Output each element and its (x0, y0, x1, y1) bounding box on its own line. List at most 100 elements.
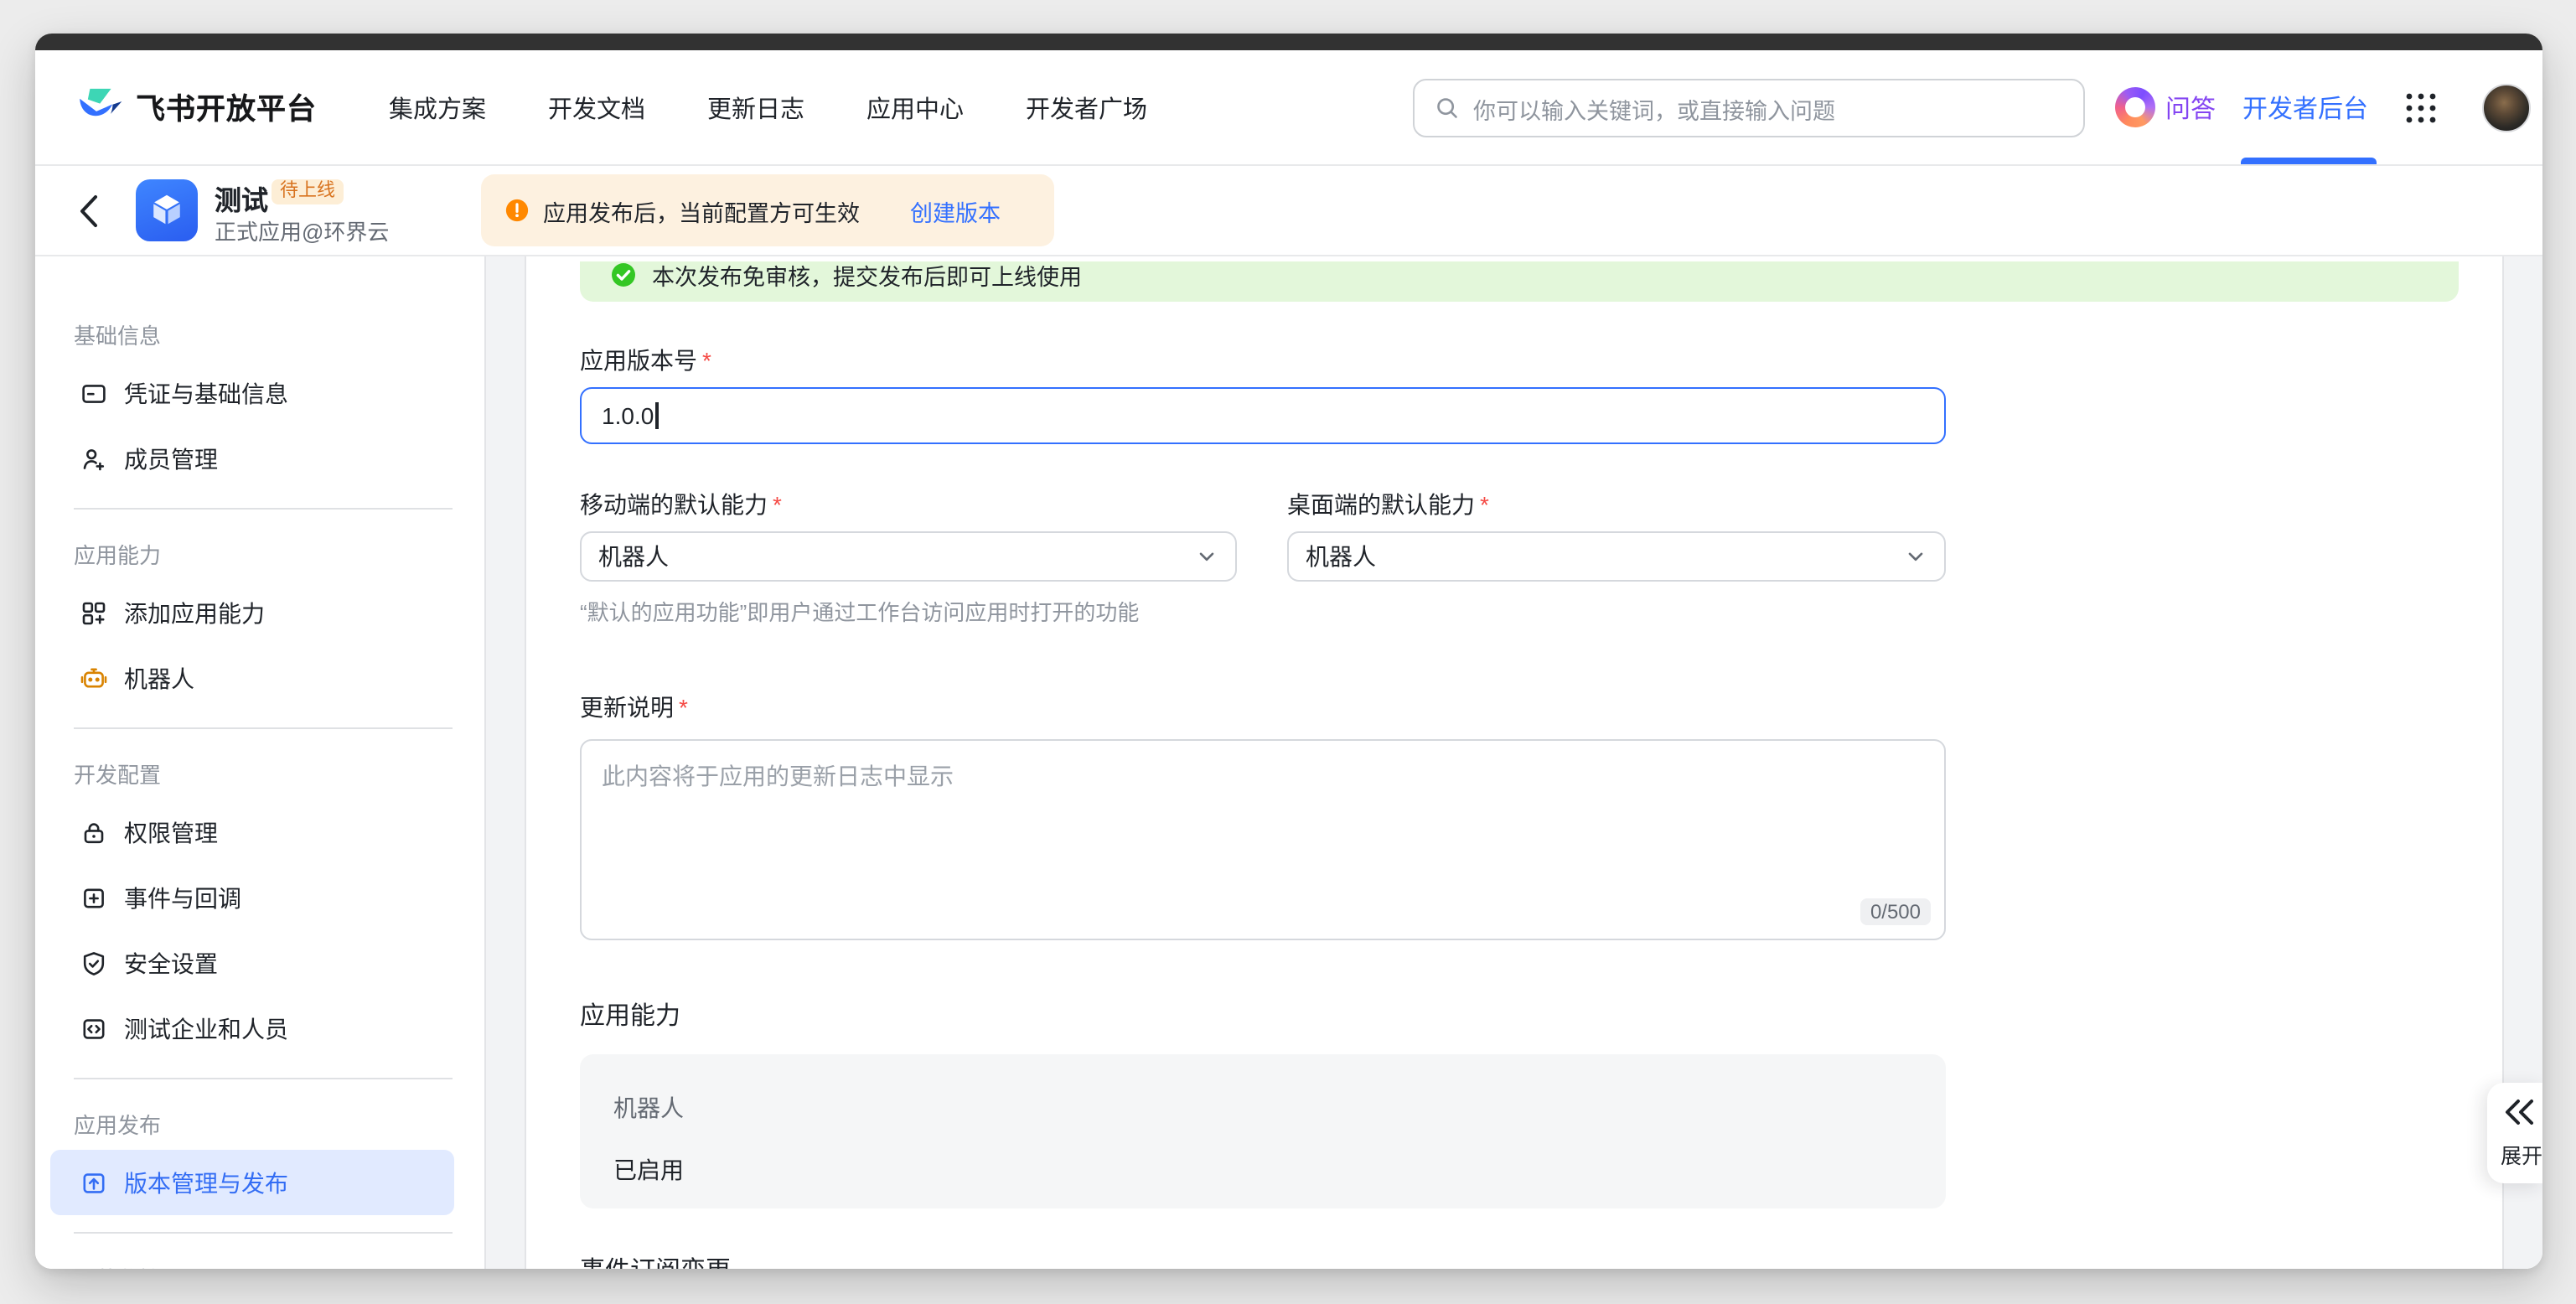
publish-warning-banner: 应用发布后，当前配置方可生效 创建版本 (481, 174, 1054, 246)
browser-window: 飞书开放平台 集成方案 开发文档 更新日志 应用中心 开发者广场 你可以输入关键… (35, 34, 2542, 1269)
qa-assistant-icon[interactable] (2115, 87, 2155, 127)
user-avatar[interactable] (2482, 84, 2531, 132)
sidebar-section-ops: 运营监控 (35, 1250, 484, 1269)
desktop-capability-value: 机器人 (1306, 540, 1376, 573)
lock-icon (80, 819, 107, 846)
capability-status: 已启用 (613, 1153, 1912, 1187)
sidebar-item-label: 版本管理与发布 (124, 1166, 288, 1199)
robot-icon (80, 665, 107, 691)
nav-item-marketplace[interactable]: 开发者广场 (1026, 90, 1147, 125)
capability-panel: 机器人 已启用 (580, 1054, 1946, 1208)
apps-grid-icon[interactable] (2405, 92, 2437, 124)
required-mark: * (702, 347, 711, 374)
nav-item-integration[interactable]: 集成方案 (389, 90, 486, 125)
main-panel: 本次发布免审核，提交发布后即可上线使用 应用版本号* 1.0.0 移动端的默认能… (526, 256, 2502, 1269)
sidebar-item-version-release[interactable]: 版本管理与发布 (50, 1150, 454, 1215)
sidebar-item-label: 安全设置 (124, 946, 218, 980)
required-mark: * (1480, 491, 1489, 518)
sidebar-item-add-capability[interactable]: 添加应用能力 (50, 580, 454, 645)
chevron-down-icon (1904, 545, 1927, 568)
qa-link[interactable]: 问答 (2165, 50, 2216, 166)
sidebar-section-basic: 基础信息 (35, 307, 484, 360)
expand-panel-button[interactable]: 展开 (2487, 1083, 2542, 1183)
warning-text: 应用发布后，当前配置方可生效 (543, 194, 860, 227)
nav-item-docs[interactable]: 开发文档 (548, 90, 645, 125)
person-add-icon (80, 445, 107, 472)
version-form: 应用版本号* 1.0.0 移动端的默认能力* 机器人 (580, 256, 1946, 1269)
feishu-logo-icon (77, 86, 124, 128)
event-plus-icon (80, 884, 107, 911)
app-header: 测试 待上线 正式应用@环界云 应用发布后，当前配置方可生效 创建版本 (35, 166, 2542, 256)
required-mark: * (679, 694, 688, 721)
sidebar-item-label: 权限管理 (124, 815, 218, 849)
version-value: 1.0.0 (602, 402, 654, 429)
sidebar-divider (35, 1215, 484, 1250)
id-card-icon (80, 380, 107, 406)
notes-placeholder: 此内容将于应用的更新日志中显示 (602, 759, 1924, 793)
sidebar-item-test-org[interactable]: 测试企业和人员 (50, 996, 454, 1061)
sidebar-divider (35, 711, 484, 746)
sidebar-item-bot[interactable]: 机器人 (50, 645, 454, 711)
expand-label: 展开 (2501, 1138, 2542, 1170)
sidebar-item-label: 机器人 (124, 661, 194, 695)
mobile-capability-label: 移动端的默认能力* (580, 488, 1237, 521)
status-badge: 待上线 (272, 179, 344, 204)
text-cursor (655, 402, 658, 429)
window-titlebar (35, 34, 2542, 50)
feishu-logo[interactable]: 飞书开放平台 (77, 50, 317, 164)
search-icon (1435, 96, 1460, 121)
notes-label: 更新说明* (580, 691, 1946, 724)
char-counter: 0/500 (1860, 898, 1931, 925)
sidebar: 基础信息 凭证与基础信息 成员管理 应用能力 添加应用能力 机器人 (35, 256, 484, 1269)
sidebar-item-events[interactable]: 事件与回调 (50, 865, 454, 930)
sidebar-divider (35, 491, 484, 526)
sidebar-divider (35, 1061, 484, 1096)
sidebar-item-label: 事件与回调 (124, 881, 241, 914)
sidebar-section-capability: 应用能力 (35, 526, 484, 580)
search-input[interactable]: 你可以输入关键词，或直接输入问题 (1413, 79, 2085, 137)
desktop-capability-label: 桌面端的默认能力* (1287, 488, 1946, 521)
logo-text: 飞书开放平台 (136, 86, 317, 128)
sidebar-item-label: 成员管理 (124, 442, 218, 475)
search-placeholder: 你可以输入关键词，或直接输入问题 (1473, 91, 1835, 125)
sidebar-item-security[interactable]: 安全设置 (50, 930, 454, 996)
create-version-link[interactable]: 创建版本 (910, 194, 1001, 227)
content-area: 基础信息 凭证与基础信息 成员管理 应用能力 添加应用能力 机器人 (35, 256, 2542, 1269)
notes-textarea[interactable]: 此内容将于应用的更新日志中显示 0/500 (580, 739, 1946, 940)
sidebar-section-release: 应用发布 (35, 1096, 484, 1150)
required-mark: * (773, 491, 782, 518)
active-tab-underline (2241, 158, 2377, 164)
sidebar-item-credentials[interactable]: 凭证与基础信息 (50, 360, 454, 426)
double-chevron-left-icon (2501, 1098, 2536, 1126)
capability-heading: 应用能力 (580, 997, 1946, 1032)
top-navbar: 飞书开放平台 集成方案 开发文档 更新日志 应用中心 开发者广场 你可以输入关键… (35, 50, 2542, 166)
nav-menu: 集成方案 开发文档 更新日志 应用中心 开发者广场 (389, 50, 1147, 164)
code-square-icon (80, 1015, 107, 1042)
app-subtitle: 正式应用@环界云 (215, 215, 389, 246)
sidebar-item-label: 测试企业和人员 (124, 1012, 288, 1045)
sidebar-item-permissions[interactable]: 权限管理 (50, 799, 454, 865)
cube-icon (144, 188, 189, 233)
back-button[interactable] (75, 193, 102, 230)
mobile-capability-select[interactable]: 机器人 (580, 531, 1237, 582)
sidebar-item-label: 凭证与基础信息 (124, 376, 288, 410)
shield-check-icon (80, 950, 107, 976)
desktop-background: 飞书开放平台 集成方案 开发文档 更新日志 应用中心 开发者广场 你可以输入关键… (0, 0, 2576, 1304)
sidebar-section-dev-config: 开发配置 (35, 746, 484, 799)
desktop-capability-select[interactable]: 机器人 (1287, 531, 1946, 582)
publish-icon (80, 1169, 107, 1196)
sidebar-item-label: 添加应用能力 (124, 596, 265, 629)
chevron-down-icon (1195, 545, 1218, 568)
capability-name: 机器人 (613, 1091, 1912, 1125)
nav-item-app-center[interactable]: 应用中心 (866, 90, 964, 125)
version-label: 应用版本号* (580, 344, 1946, 377)
mobile-capability-value: 机器人 (598, 540, 669, 573)
console-link[interactable]: 开发者后台 (2242, 50, 2368, 166)
version-input[interactable]: 1.0.0 (580, 387, 1946, 444)
nav-item-changelog[interactable]: 更新日志 (707, 90, 804, 125)
default-capability-hint: “默认的应用功能”即用户通过工作台访问应用时打开的功能 (580, 595, 1237, 627)
sidebar-item-members[interactable]: 成员管理 (50, 426, 454, 491)
events-heading: 事件订阅变更 (580, 1252, 1946, 1269)
sidebar-scrollbar-track[interactable] (484, 256, 526, 1269)
grid-add-icon (80, 599, 107, 626)
